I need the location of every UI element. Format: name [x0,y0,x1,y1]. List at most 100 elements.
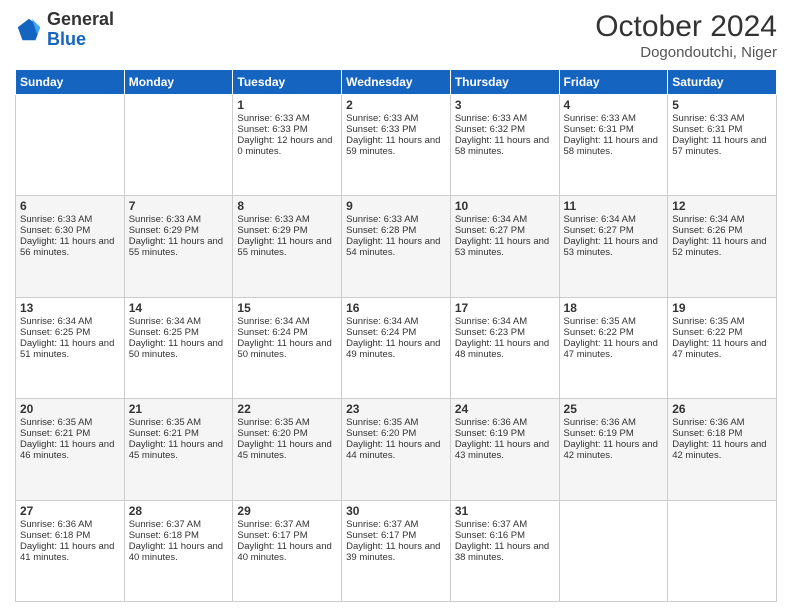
daylight-text: Daylight: 11 hours and 43 minutes. [455,439,555,461]
sunset-text: Sunset: 6:17 PM [346,530,446,541]
calendar-cell: 15Sunrise: 6:34 AMSunset: 6:24 PMDayligh… [233,297,342,398]
sunrise-text: Sunrise: 6:33 AM [346,113,446,124]
daylight-text: Daylight: 11 hours and 45 minutes. [129,439,229,461]
col-tuesday: Tuesday [233,70,342,95]
col-wednesday: Wednesday [342,70,451,95]
sunset-text: Sunset: 6:21 PM [129,428,229,439]
daylight-text: Daylight: 11 hours and 45 minutes. [237,439,337,461]
calendar-cell: 13Sunrise: 6:34 AMSunset: 6:25 PMDayligh… [16,297,125,398]
sunrise-text: Sunrise: 6:36 AM [564,417,664,428]
sunrise-text: Sunrise: 6:34 AM [20,316,120,327]
daylight-text: Daylight: 11 hours and 50 minutes. [129,338,229,360]
calendar-table: Sunday Monday Tuesday Wednesday Thursday… [15,69,777,602]
sunset-text: Sunset: 6:27 PM [455,225,555,236]
daylight-text: Daylight: 11 hours and 53 minutes. [455,236,555,258]
day-number: 25 [564,402,664,416]
day-number: 17 [455,301,555,315]
calendar-cell [559,500,668,601]
day-number: 16 [346,301,446,315]
daylight-text: Daylight: 11 hours and 47 minutes. [672,338,772,360]
calendar-cell: 3Sunrise: 6:33 AMSunset: 6:32 PMDaylight… [450,95,559,196]
day-number: 9 [346,199,446,213]
day-number: 30 [346,504,446,518]
day-number: 18 [564,301,664,315]
sunrise-text: Sunrise: 6:33 AM [564,113,664,124]
col-sunday: Sunday [16,70,125,95]
sunset-text: Sunset: 6:25 PM [20,327,120,338]
sunset-text: Sunset: 6:20 PM [237,428,337,439]
month-year: October 2024 [595,10,777,44]
logo: General Blue [15,10,114,50]
sunset-text: Sunset: 6:18 PM [20,530,120,541]
daylight-text: Daylight: 11 hours and 58 minutes. [455,135,555,157]
calendar-cell: 17Sunrise: 6:34 AMSunset: 6:23 PMDayligh… [450,297,559,398]
day-number: 1 [237,98,337,112]
sunrise-text: Sunrise: 6:37 AM [455,519,555,530]
sunset-text: Sunset: 6:33 PM [346,124,446,135]
sunrise-text: Sunrise: 6:33 AM [129,214,229,225]
daylight-text: Daylight: 11 hours and 59 minutes. [346,135,446,157]
sunrise-text: Sunrise: 6:34 AM [564,214,664,225]
calendar-cell: 9Sunrise: 6:33 AMSunset: 6:28 PMDaylight… [342,196,451,297]
daylight-text: Daylight: 11 hours and 52 minutes. [672,236,772,258]
calendar-cell: 20Sunrise: 6:35 AMSunset: 6:21 PMDayligh… [16,399,125,500]
day-number: 29 [237,504,337,518]
day-number: 11 [564,199,664,213]
sunset-text: Sunset: 6:16 PM [455,530,555,541]
daylight-text: Daylight: 11 hours and 41 minutes. [20,541,120,563]
calendar-cell: 11Sunrise: 6:34 AMSunset: 6:27 PMDayligh… [559,196,668,297]
daylight-text: Daylight: 11 hours and 57 minutes. [672,135,772,157]
title-block: October 2024 Dogondoutchi, Niger [595,10,777,61]
day-number: 14 [129,301,229,315]
sunrise-text: Sunrise: 6:35 AM [237,417,337,428]
calendar-cell: 7Sunrise: 6:33 AMSunset: 6:29 PMDaylight… [124,196,233,297]
sunset-text: Sunset: 6:24 PM [346,327,446,338]
daylight-text: Daylight: 11 hours and 56 minutes. [20,236,120,258]
calendar-week-row: 13Sunrise: 6:34 AMSunset: 6:25 PMDayligh… [16,297,777,398]
day-number: 7 [129,199,229,213]
calendar-cell: 29Sunrise: 6:37 AMSunset: 6:17 PMDayligh… [233,500,342,601]
sunset-text: Sunset: 6:30 PM [20,225,120,236]
sunset-text: Sunset: 6:20 PM [346,428,446,439]
daylight-text: Daylight: 11 hours and 53 minutes. [564,236,664,258]
sunrise-text: Sunrise: 6:37 AM [237,519,337,530]
sunset-text: Sunset: 6:18 PM [672,428,772,439]
day-number: 10 [455,199,555,213]
sunrise-text: Sunrise: 6:33 AM [20,214,120,225]
day-number: 23 [346,402,446,416]
calendar-cell: 31Sunrise: 6:37 AMSunset: 6:16 PMDayligh… [450,500,559,601]
logo-general-text: General [47,9,114,29]
calendar-week-row: 6Sunrise: 6:33 AMSunset: 6:30 PMDaylight… [16,196,777,297]
sunset-text: Sunset: 6:23 PM [455,327,555,338]
calendar-cell: 23Sunrise: 6:35 AMSunset: 6:20 PMDayligh… [342,399,451,500]
calendar-header-row: Sunday Monday Tuesday Wednesday Thursday… [16,70,777,95]
calendar-cell: 4Sunrise: 6:33 AMSunset: 6:31 PMDaylight… [559,95,668,196]
sunset-text: Sunset: 6:33 PM [237,124,337,135]
daylight-text: Daylight: 11 hours and 40 minutes. [237,541,337,563]
sunrise-text: Sunrise: 6:33 AM [346,214,446,225]
sunrise-text: Sunrise: 6:36 AM [672,417,772,428]
daylight-text: Daylight: 11 hours and 42 minutes. [564,439,664,461]
day-number: 12 [672,199,772,213]
sunset-text: Sunset: 6:26 PM [672,225,772,236]
sunrise-text: Sunrise: 6:34 AM [129,316,229,327]
sunrise-text: Sunrise: 6:36 AM [455,417,555,428]
day-number: 2 [346,98,446,112]
daylight-text: Daylight: 11 hours and 50 minutes. [237,338,337,360]
day-number: 8 [237,199,337,213]
sunrise-text: Sunrise: 6:35 AM [346,417,446,428]
calendar-cell: 5Sunrise: 6:33 AMSunset: 6:31 PMDaylight… [668,95,777,196]
daylight-text: Daylight: 11 hours and 44 minutes. [346,439,446,461]
calendar-cell: 19Sunrise: 6:35 AMSunset: 6:22 PMDayligh… [668,297,777,398]
sunrise-text: Sunrise: 6:37 AM [129,519,229,530]
daylight-text: Daylight: 11 hours and 47 minutes. [564,338,664,360]
calendar-cell: 12Sunrise: 6:34 AMSunset: 6:26 PMDayligh… [668,196,777,297]
calendar-cell: 28Sunrise: 6:37 AMSunset: 6:18 PMDayligh… [124,500,233,601]
sunrise-text: Sunrise: 6:34 AM [455,316,555,327]
calendar-cell: 21Sunrise: 6:35 AMSunset: 6:21 PMDayligh… [124,399,233,500]
sunrise-text: Sunrise: 6:34 AM [455,214,555,225]
sunrise-text: Sunrise: 6:35 AM [672,316,772,327]
calendar-cell: 26Sunrise: 6:36 AMSunset: 6:18 PMDayligh… [668,399,777,500]
day-number: 20 [20,402,120,416]
col-monday: Monday [124,70,233,95]
